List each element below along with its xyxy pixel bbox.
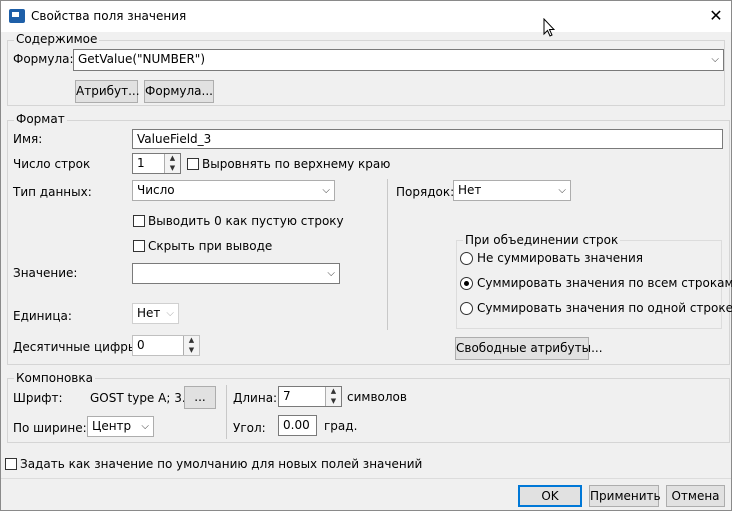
order-label: Порядок: — [396, 185, 455, 199]
decimals-spin-buttons[interactable]: ▲ ▼ — [183, 336, 199, 355]
decimals-label: Десятичные цифры: — [13, 340, 142, 354]
formula-value: GetValue("NUMBER") — [78, 52, 206, 66]
chevron-down-icon: ⌵ — [558, 185, 566, 196]
datatype-value: Число — [137, 183, 175, 197]
zero-empty-checkbox[interactable] — [133, 215, 145, 227]
attribute-button[interactable]: Атрибут... — [75, 80, 140, 103]
length-stepper[interactable]: 7 ▲ ▼ — [278, 386, 342, 407]
width-align-label: По ширине: — [13, 421, 87, 435]
name-input[interactable]: ValueField_3 — [132, 129, 723, 149]
length-label: Длина: — [233, 391, 278, 405]
ok-button[interactable]: OK — [518, 485, 582, 507]
merge-group-legend: При объединении строк — [463, 233, 621, 247]
align-top-checkbox[interactable] — [187, 158, 199, 170]
free-attributes-button[interactable]: Свободные атрибуты... — [455, 337, 603, 360]
chevron-down-icon: ⌵ — [322, 185, 330, 196]
cancel-button[interactable]: Отмена — [666, 485, 725, 507]
format-divider — [387, 179, 388, 330]
formula-combobox[interactable]: GetValue("NUMBER") ⌵ — [73, 49, 724, 71]
formula-button[interactable]: Формула... — [144, 80, 214, 103]
radio-sum-one-row-label: Суммировать значения по одной строке — [477, 301, 732, 315]
font-picker-button[interactable]: ... — [184, 386, 216, 409]
angle-unit: град. — [324, 419, 358, 433]
hide-output-checkbox[interactable] — [133, 240, 145, 252]
value-label: Значение: — [13, 266, 78, 280]
decimals-stepper[interactable]: 0 ▲ ▼ — [132, 335, 200, 356]
mouse-cursor-icon — [543, 18, 555, 37]
length-spin-buttons[interactable]: ▲ ▼ — [325, 387, 341, 406]
rows-spin-buttons[interactable]: ▲ ▼ — [164, 154, 180, 173]
apply-button[interactable]: Применить — [589, 485, 661, 507]
order-select[interactable]: Нет ⌵ — [453, 180, 571, 201]
rows-value: 1 — [137, 156, 145, 170]
decimals-value: 0 — [137, 338, 145, 352]
default-for-new-fields-checkbox[interactable] — [5, 458, 17, 470]
radio-sum-all-rows-label: Суммировать значения по всем строкам — [477, 276, 732, 290]
angle-label: Угол: — [233, 421, 266, 435]
radio-sum-all-rows[interactable] — [460, 277, 473, 290]
rows-label: Число строк — [13, 157, 91, 171]
unit-label: Единица: — [13, 309, 72, 323]
chevron-down-icon: ⌵ — [327, 268, 335, 279]
hide-output-label: Скрыть при выводе — [148, 239, 273, 253]
angle-input[interactable]: 0.00 — [278, 415, 317, 436]
window-title: Свойства поля значения — [31, 9, 187, 23]
chevron-down-icon: ⌵ — [141, 421, 149, 432]
dialog-window: Свойства поля значения ✕ Содержимое Форм… — [0, 0, 732, 511]
close-icon[interactable]: ✕ — [702, 4, 730, 28]
length-unit: символов — [347, 390, 407, 404]
title-bar[interactable]: Свойства поля значения ✕ — [1, 1, 731, 32]
format-group-legend: Формат — [14, 112, 67, 126]
default-for-new-fields-label: Задать как значение по умолчанию для нов… — [20, 457, 423, 471]
app-icon — [9, 9, 25, 23]
font-label: Шрифт: — [13, 391, 63, 405]
radio-no-sum-label: Не суммировать значения — [477, 251, 644, 265]
datatype-select[interactable]: Число ⌵ — [132, 180, 335, 201]
chevron-down-icon: ⌵ — [166, 308, 174, 319]
width-align-value: Центр — [92, 419, 132, 433]
value-combobox[interactable]: ⌵ — [132, 263, 340, 284]
radio-no-sum[interactable] — [460, 252, 473, 265]
order-value: Нет — [458, 183, 482, 197]
layout-divider — [226, 385, 227, 439]
layout-group-legend: Компоновка — [14, 371, 95, 385]
rows-stepper[interactable]: 1 ▲ ▼ — [132, 153, 181, 174]
align-top-label: Выровнять по верхнему краю — [202, 157, 391, 171]
radio-sum-one-row[interactable] — [460, 302, 473, 315]
zero-empty-label: Выводить 0 как пустую строку — [148, 214, 344, 228]
datatype-label: Тип данных: — [13, 185, 92, 199]
name-label: Имя: — [13, 132, 43, 146]
unit-value: Нет — [137, 306, 161, 320]
width-align-select[interactable]: Центр ⌵ — [87, 416, 154, 437]
unit-select[interactable]: Нет ⌵ — [132, 303, 179, 324]
length-value: 7 — [283, 389, 291, 403]
chevron-down-icon: ⌵ — [711, 54, 719, 65]
content-group-legend: Содержимое — [14, 32, 100, 46]
font-value: GOST type A; 3.5 — [90, 391, 194, 405]
footer-divider — [1, 478, 731, 479]
formula-label: Формула: — [13, 52, 74, 66]
